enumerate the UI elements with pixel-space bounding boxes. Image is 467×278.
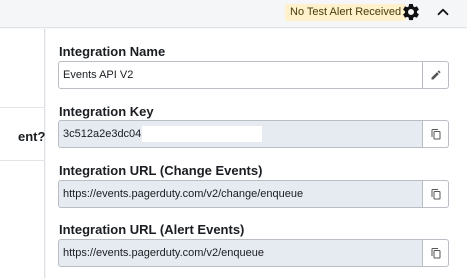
chevron-up-icon[interactable] <box>434 3 452 21</box>
left-panel: ent? <box>0 29 45 278</box>
integration-key-label: Integration Key <box>59 104 154 119</box>
pencil-icon <box>431 70 441 80</box>
integration-details-panel: Integration Name Events API V2 Integrati… <box>46 29 467 278</box>
alert-status-badge: No Test Alert Received <box>285 4 407 21</box>
copy-change-url-button[interactable] <box>423 180 449 208</box>
copy-alert-url-button[interactable] <box>423 239 449 267</box>
top-bar: No Test Alert Received <box>0 0 467 28</box>
integration-name-field[interactable]: Events API V2 <box>58 61 423 89</box>
edit-name-button[interactable] <box>423 61 449 89</box>
copy-icon <box>431 189 440 200</box>
change-events-url-field[interactable]: https://events.pagerduty.com/v2/change/e… <box>58 180 423 208</box>
left-divider <box>0 160 45 161</box>
integration-name-label: Integration Name <box>59 44 166 59</box>
copy-icon <box>431 248 440 259</box>
gear-icon[interactable] <box>401 2 421 22</box>
alert-events-url-label: Integration URL (Alert Events) <box>59 222 245 237</box>
change-events-url-label: Integration URL (Change Events) <box>59 163 263 178</box>
copy-key-button[interactable] <box>423 120 449 148</box>
alert-events-url-field[interactable]: https://events.pagerduty.com/v2/enqueue <box>58 239 423 267</box>
integration-key-field[interactable]: 3c512a2e3dc04 <box>58 120 423 148</box>
integration-key-value: 3c512a2e3dc04 <box>63 128 142 140</box>
left-panel-question: ent? <box>18 129 46 144</box>
left-divider <box>0 107 45 108</box>
copy-icon <box>431 129 440 140</box>
redaction-mask <box>142 126 263 143</box>
